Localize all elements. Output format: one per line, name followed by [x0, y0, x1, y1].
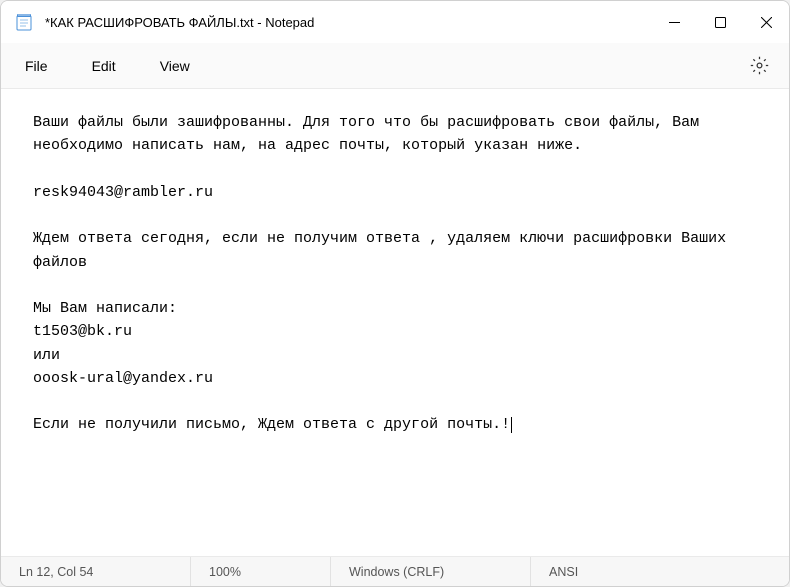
- close-button[interactable]: [743, 1, 789, 43]
- menubar: File Edit View: [1, 43, 789, 89]
- minimize-button[interactable]: [651, 1, 697, 43]
- status-position: Ln 12, Col 54: [1, 557, 191, 586]
- maximize-button[interactable]: [697, 1, 743, 43]
- settings-button[interactable]: [744, 50, 775, 81]
- menu-edit[interactable]: Edit: [82, 52, 138, 80]
- window-controls: [651, 1, 789, 43]
- notepad-icon: [15, 13, 33, 31]
- menu-view[interactable]: View: [150, 52, 212, 80]
- statusbar: Ln 12, Col 54 100% Windows (CRLF) ANSI: [1, 556, 789, 586]
- status-zoom: 100%: [191, 557, 331, 586]
- menu-file[interactable]: File: [15, 52, 70, 80]
- status-encoding: ANSI: [531, 557, 789, 586]
- text-editor[interactable]: Ваши файлы были зашифрованны. Для того ч…: [1, 89, 789, 556]
- titlebar: *КАК РАСШИФРОВАТЬ ФАЙЛЫ.txt - Notepad: [1, 1, 789, 43]
- notepad-window: *КАК РАСШИФРОВАТЬ ФАЙЛЫ.txt - Notepad Fi…: [0, 0, 790, 587]
- text-cursor: [511, 417, 512, 434]
- window-title: *КАК РАСШИФРОВАТЬ ФАЙЛЫ.txt - Notepad: [45, 15, 651, 30]
- document-text: Ваши файлы были зашифрованны. Для того ч…: [33, 114, 735, 433]
- status-eol: Windows (CRLF): [331, 557, 531, 586]
